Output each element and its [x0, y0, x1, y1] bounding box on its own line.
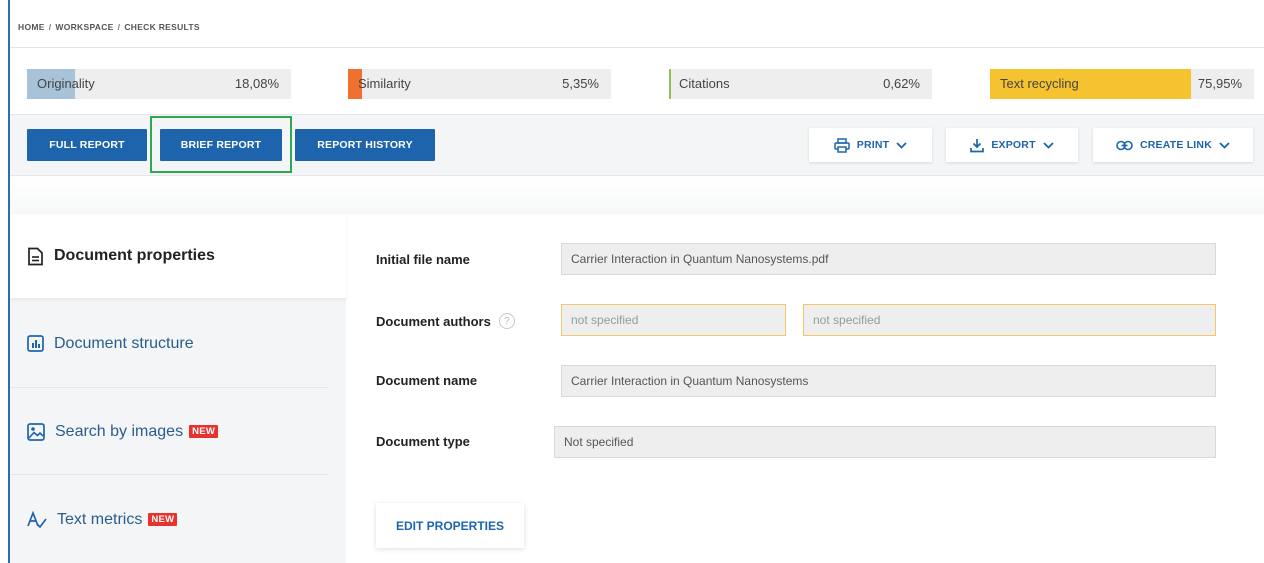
new-badge: NEW	[148, 513, 178, 526]
chevron-down-icon	[1219, 141, 1230, 149]
edit-properties-button[interactable]: EDIT PROPERTIES	[376, 503, 524, 548]
document-name-label: Document name	[376, 373, 478, 388]
metric-value: 5,35%	[562, 76, 599, 91]
sidebar-item-text-metrics[interactable]: Text metrics NEW	[10, 476, 328, 563]
sidebar-item-label: Document structure	[54, 334, 194, 352]
sidebar-item-document-structure[interactable]: Document structure	[10, 300, 328, 388]
structure-icon	[27, 335, 44, 352]
new-badge: NEW	[189, 425, 219, 438]
breadcrumb-workspace[interactable]: WORKSPACE	[55, 22, 113, 32]
full-report-button[interactable]: FULL REPORT	[27, 129, 147, 161]
sidebar-item-label: Document properties	[54, 247, 215, 264]
metric-originality[interactable]: Originality 18,08%	[27, 69, 291, 99]
metric-label: Similarity	[358, 76, 411, 91]
breadcrumb: HOME / WORKSPACE / CHECK RESULTS	[18, 22, 200, 32]
metric-citations[interactable]: Citations 0,62%	[669, 69, 932, 99]
print-label: PRINT	[856, 139, 890, 151]
document-type-field[interactable]: Not specified	[554, 426, 1216, 458]
metric-label: Text recycling	[1000, 76, 1079, 91]
metric-value: 0,62%	[883, 76, 920, 91]
report-history-button[interactable]: REPORT HISTORY	[295, 129, 435, 161]
breadcrumb-check-results: CHECK RESULTS	[124, 22, 200, 32]
breadcrumb-separator: /	[117, 22, 121, 32]
sidebar-item-search-by-images[interactable]: Search by images NEW	[10, 389, 328, 475]
document-authors-label: Document authors	[376, 313, 491, 329]
document-name-field[interactable]: Carrier Interaction in Quantum Nanosyste…	[561, 365, 1216, 397]
metric-similarity[interactable]: Similarity 5,35%	[348, 69, 611, 99]
create-link-button[interactable]: CREATE LINK	[1093, 128, 1253, 162]
link-icon	[1116, 140, 1133, 150]
create-link-label: CREATE LINK	[1139, 139, 1212, 151]
header-divider	[10, 47, 1264, 48]
help-icon[interactable]: ?	[498, 313, 515, 329]
initial-file-name-label: Initial file name	[376, 252, 470, 267]
metric-text-recycling[interactable]: Text recycling 75,95%	[990, 69, 1254, 99]
breadcrumb-home[interactable]: HOME	[18, 22, 45, 32]
download-icon	[970, 138, 985, 152]
breadcrumb-separator: /	[48, 22, 52, 32]
document-authors-label-row: Document authors ?	[376, 313, 515, 329]
author-first-field[interactable]: not specified	[561, 304, 786, 336]
metric-fill	[669, 69, 671, 99]
section-spacer	[10, 176, 1264, 214]
document-icon	[28, 247, 43, 265]
metric-label: Originality	[37, 76, 95, 91]
author-last-field[interactable]: not specified	[803, 304, 1216, 336]
sidebar-item-document-properties[interactable]: Document properties	[10, 214, 346, 298]
metric-value: 75,95%	[1197, 76, 1242, 91]
print-button[interactable]: PRINT	[809, 128, 932, 162]
sidebar-item-label: Text metrics	[57, 510, 143, 528]
chevron-down-icon	[896, 141, 907, 149]
document-type-label: Document type	[376, 434, 470, 449]
check-results-page: HOME / WORKSPACE / CHECK RESULTS Originality…	[0, 0, 1264, 563]
text-metrics-icon	[27, 510, 47, 528]
printer-icon	[834, 137, 850, 153]
brief-report-highlight	[150, 116, 292, 173]
metric-value: 18,08%	[234, 76, 279, 91]
image-search-icon	[27, 422, 45, 441]
metric-label: Citations	[679, 76, 730, 91]
chevron-down-icon	[1043, 141, 1054, 149]
initial-file-name-field: Carrier Interaction in Quantum Nanosyste…	[561, 243, 1216, 275]
sidebar-item-label: Search by images	[55, 422, 184, 440]
export-label: EXPORT	[991, 139, 1036, 151]
export-button[interactable]: EXPORT	[946, 128, 1078, 162]
